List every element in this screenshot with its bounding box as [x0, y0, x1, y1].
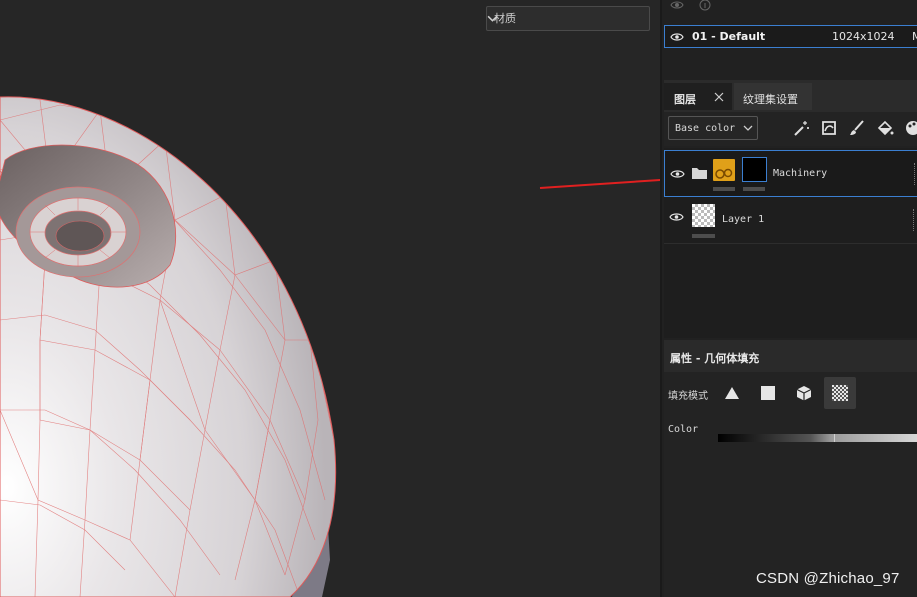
fill-mode-checker[interactable] — [824, 377, 856, 409]
properties-title: 属性 - 几何体填充 — [670, 352, 760, 365]
fill-mode-label: 填充模式 — [668, 391, 708, 402]
visibility-eye-icon[interactable] — [670, 32, 684, 42]
layers-tab-bar: 图层 纹理集设置 — [664, 80, 917, 112]
tab-texset-label: 纹理集设置 — [743, 93, 798, 106]
channel-select-value: Base color — [675, 123, 736, 134]
eye-add-icon[interactable] — [670, 0, 684, 12]
sphere-mesh — [0, 96, 660, 597]
panel-top-icons — [670, 0, 712, 14]
color-label: Color — [668, 424, 699, 435]
color-ramp[interactable] — [718, 434, 917, 442]
texture-set-extra: M — [912, 30, 917, 43]
gear-icon — [715, 168, 733, 179]
smart-mask-icon[interactable] — [820, 119, 838, 137]
blend-mode-edge — [914, 163, 916, 185]
color-ramp-marker[interactable] — [834, 434, 835, 442]
fill-mode-square[interactable] — [752, 377, 784, 409]
properties-body: 填充模式 Color — [664, 372, 917, 597]
checker-icon — [832, 385, 848, 401]
layer-name: Machinery — [773, 168, 828, 179]
chevron-down-icon — [743, 125, 753, 131]
layer-row-layer-1[interactable]: Layer 1 — [664, 197, 917, 244]
mask-thumbnail-bar — [743, 187, 765, 191]
layer-name: Layer 1 — [722, 214, 765, 225]
layers-toolbar: Base color — [664, 112, 917, 146]
chevron-down-icon — [487, 15, 498, 22]
info-icon[interactable] — [698, 0, 712, 12]
tab-layers-label: 图层 — [674, 93, 696, 106]
thumbnail-bar — [713, 187, 735, 191]
visibility-eye-icon[interactable] — [669, 212, 684, 222]
tab-layers[interactable]: 图层 — [664, 83, 732, 110]
texture-set-row[interactable]: 01 - Default 1024x1024 M — [664, 25, 917, 48]
layer-list: Machinery Layer 1 — [664, 148, 917, 338]
layer-thumbnail — [692, 204, 715, 227]
palette-icon[interactable] — [904, 119, 917, 137]
fill-mode-triangle[interactable] — [716, 377, 748, 409]
visibility-eye-icon[interactable] — [670, 169, 685, 179]
texture-set-name: 01 - Default — [692, 30, 766, 43]
square-icon — [761, 386, 775, 400]
machinery-thumbnail — [713, 159, 735, 181]
material-select[interactable]: 材质 — [486, 6, 650, 31]
right-panel: 01 - Default 1024x1024 M 图层 纹理集设置 Base c… — [660, 0, 917, 597]
fill-mode-cube[interactable] — [788, 377, 820, 409]
cube-icon — [796, 386, 812, 401]
triangle-icon — [725, 387, 739, 399]
magic-wand-icon[interactable] — [792, 119, 810, 137]
annotation-arrow — [539, 178, 660, 189]
folder-icon — [692, 168, 707, 179]
brush-icon[interactable] — [848, 119, 866, 137]
tab-texture-set-settings[interactable]: 纹理集设置 — [734, 83, 812, 110]
channel-select[interactable]: Base color — [668, 116, 758, 140]
texture-set-resolution: 1024x1024 — [832, 30, 895, 43]
fill-bucket-icon[interactable] — [876, 119, 894, 137]
properties-header: 属性 - 几何体填充 — [664, 340, 917, 372]
watermark: CSDN @Zhichao_97 — [756, 570, 900, 587]
thumbnail-bar — [692, 234, 715, 238]
layer-row-machinery[interactable]: Machinery — [664, 150, 917, 197]
close-icon[interactable] — [714, 92, 724, 102]
blend-mode-edge — [913, 209, 915, 231]
3d-viewport[interactable]: 材质 — [0, 0, 660, 597]
mask-thumbnail[interactable] — [742, 157, 767, 182]
